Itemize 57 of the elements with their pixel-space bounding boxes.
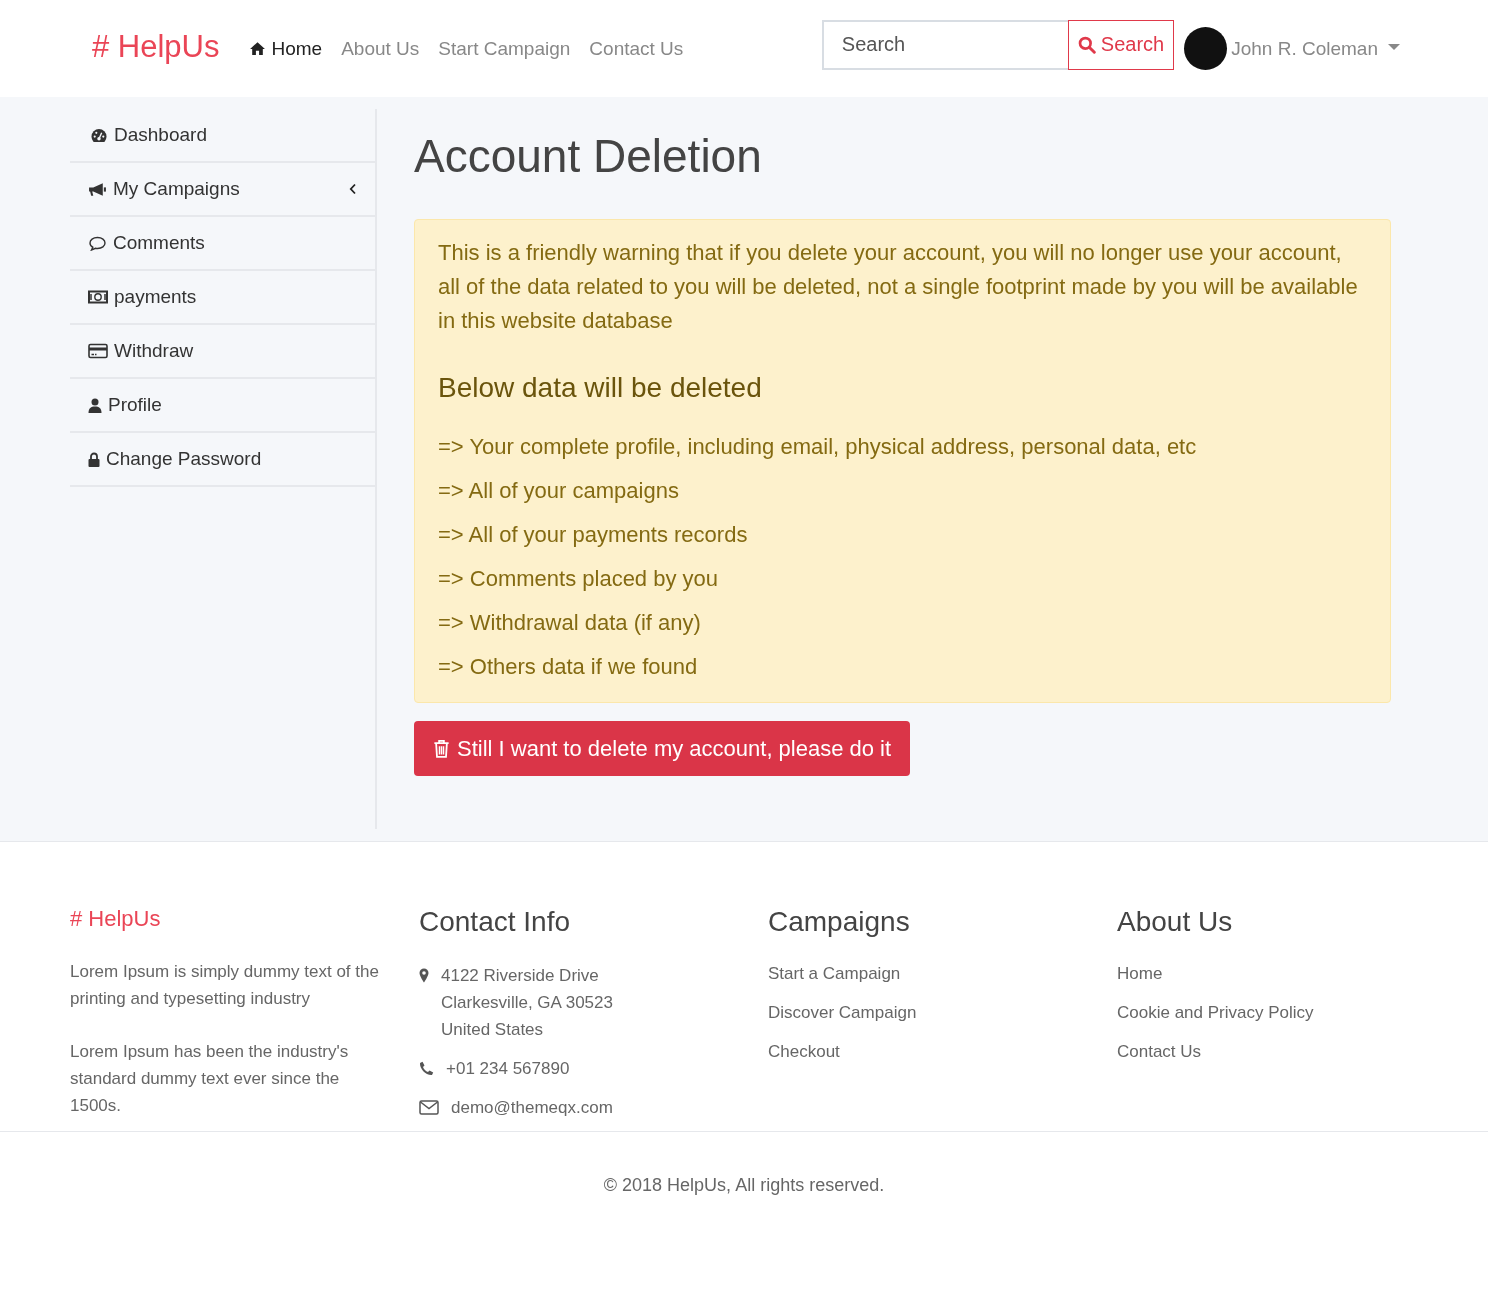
deleted-data-item: => Your complete profile, including email, physical address, personal data, etc [438, 433, 1198, 461]
footer-heading: Campaigns [768, 906, 911, 938]
trash-icon [433, 739, 450, 758]
sidebar-item[interactable]: My Campaigns [70, 163, 375, 217]
sidebar-item[interactable]: Withdraw [70, 325, 375, 379]
warning-heading: Below data will be deleted [438, 372, 763, 404]
nav-link[interactable]: Start Campaign [438, 37, 571, 60]
user-menu[interactable]: John R. Coleman [1184, 27, 1400, 70]
search-icon [1077, 35, 1096, 54]
deleted-data-item: => All of your payments records [438, 521, 749, 549]
search-button[interactable]: Search [1067, 19, 1175, 70]
contact-text: 4122 Riverside Drive Clarkesville, GA 30523 United States [441, 965, 613, 1041]
footer-heading: Contact Info [419, 906, 571, 938]
deleted-data-item: => Others data if we found [438, 653, 699, 681]
avatar [1184, 27, 1228, 70]
home-icon [248, 41, 266, 56]
deleted-data-item: => All of your campaigns [438, 477, 680, 505]
caret-icon [1388, 44, 1400, 50]
nav-link[interactable]: Contact Us [589, 37, 684, 60]
contact-text: demo@themeqx.com [451, 1097, 613, 1119]
footer-link[interactable]: Cookie and Privacy Policy [1117, 1001, 1466, 1024]
credit-card-icon [88, 343, 108, 359]
deleted-data-item: => Withdrawal data (if any) [438, 609, 702, 637]
delete-account-button[interactable]: Still I want to delete my account, please do it [414, 721, 911, 776]
envelope-icon [419, 1100, 439, 1115]
footer-heading: About Us [1117, 906, 1234, 938]
footer-link[interactable]: Home [1117, 962, 1466, 985]
page-title: Account Deletion [414, 129, 763, 183]
lock-icon [88, 451, 100, 467]
footer-logo[interactable]: # HelpUs [70, 906, 419, 932]
phone-icon [419, 1061, 434, 1076]
dashboard-icon [90, 127, 108, 143]
footer-link[interactable]: Start a Campaign [768, 962, 1117, 985]
speech-bubble-icon [88, 235, 107, 251]
nav-link[interactable]: Home [248, 37, 323, 60]
warning-text: This is a friendly warning that if you delete your account, you will no longer use your account, all of the data related to you will be deleted, not a single footprint made by you will be available in this website database [438, 239, 1359, 335]
banknote-icon [88, 290, 108, 304]
sidebar-item[interactable]: Dashboard [70, 109, 375, 163]
sidebar-item[interactable]: payments [70, 271, 375, 325]
sidebar-item[interactable]: Comments [70, 217, 375, 271]
contact-text: +01 234 567890 [446, 1058, 570, 1080]
copyright-text: © 2018 HelpUs, All rights reserved. [603, 1175, 885, 1196]
map-pin-icon [419, 968, 429, 983]
chevron-left-icon [349, 183, 357, 195]
brand-logo[interactable]: # HelpUs [92, 29, 220, 65]
footer-link[interactable]: Discover Campaign [768, 1001, 1117, 1024]
user-icon [88, 397, 102, 413]
footer-text: Lorem Ipsum has been the industry's standard dummy text ever since the 1500s. [70, 1041, 350, 1117]
footer-link[interactable]: Contact Us [1117, 1040, 1466, 1063]
deleted-data-item: => Comments placed by you [438, 565, 720, 593]
search-field[interactable]: Search [821, 19, 1068, 70]
footer-text: Lorem Ipsum is simply dummy text of the printing and typesetting industry [70, 961, 380, 1010]
sidebar-item[interactable]: Profile [70, 379, 375, 433]
megaphone-icon [88, 181, 107, 197]
sidebar-item[interactable]: Change Password [70, 433, 375, 487]
nav-link[interactable]: About Us [341, 37, 420, 60]
footer-link[interactable]: Checkout [768, 1040, 1117, 1063]
